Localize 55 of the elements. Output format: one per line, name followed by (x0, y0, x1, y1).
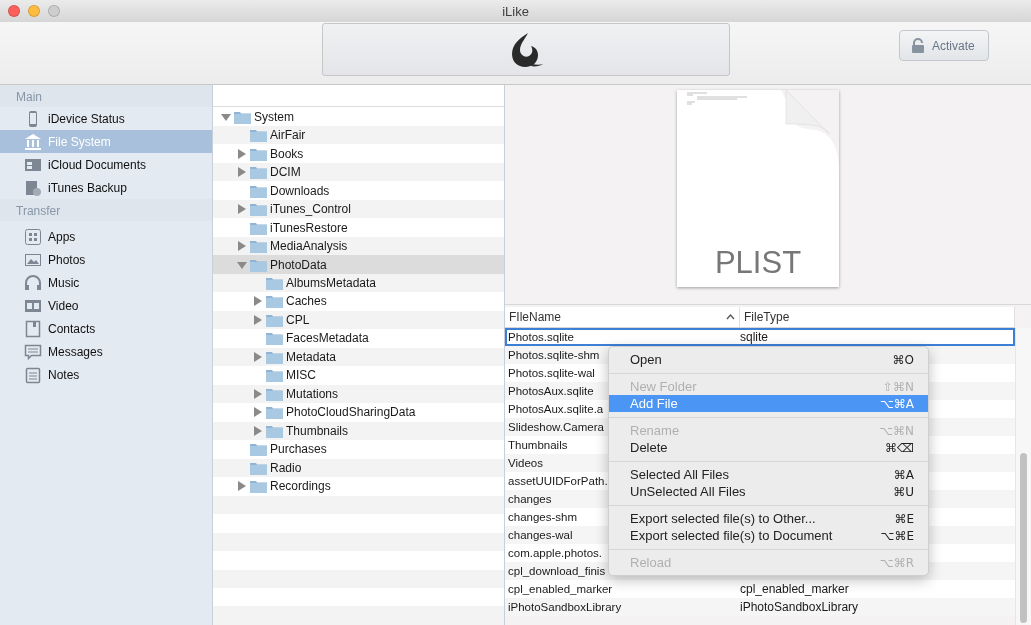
sidebar-item-label: Notes (48, 367, 80, 382)
sidebar-item-label: Photos (48, 252, 86, 267)
folder-label: MediaAnalysis (270, 239, 348, 254)
folder-label: MISC (286, 368, 316, 383)
folder-label: PhotoData (270, 257, 327, 272)
file-name: com.apple.photos. (508, 547, 602, 559)
sidebar-item-label: iCloud Documents (48, 157, 147, 172)
folder-label: iTunes_Control (270, 202, 351, 217)
folder-label: System (254, 109, 294, 124)
section-header: Transfer (0, 199, 212, 221)
file-name: cpl_enabled_marker (508, 583, 613, 595)
sidebar-item-label: iDevice Status (48, 111, 125, 126)
sidebar-item-label: Music (48, 275, 80, 290)
file-name: assetUUIDForPath. (508, 475, 608, 487)
sidebar-item-label: Video (48, 298, 79, 313)
folder-label: Metadata (286, 349, 337, 364)
sidebar-item-label: Contacts (48, 321, 96, 336)
file-name: Photos.sqlite (508, 331, 574, 343)
file-name: cpl_download_finis (508, 565, 606, 577)
sidebar-item-label: iTunes Backup (48, 180, 127, 195)
file-type: iPhotoSandboxLibrary (740, 600, 859, 614)
folder-label: Mutations (286, 386, 339, 401)
file-name: iPhotoSandboxLibrary (508, 601, 622, 613)
sidebar-item-label: File System (48, 134, 111, 149)
folder-label: AirFair (270, 128, 306, 143)
sidebar-item-label: Messages (48, 344, 103, 359)
file-type-label: PLIST (714, 245, 802, 281)
folder-label: Caches (286, 294, 327, 309)
file-name: Photos.sqlite-wal (508, 367, 595, 379)
folder-label: iTunesRestore (270, 220, 348, 235)
folder-label: Thumbnails (286, 423, 349, 438)
file-name: changes (508, 493, 552, 505)
sidebar-item-label: Apps (48, 229, 76, 244)
folder-label: Recordings (270, 479, 331, 494)
folder-label: PhotoCloudSharingData (286, 405, 416, 420)
folder-label: Purchases (270, 442, 327, 457)
file-name: changes-shm (508, 511, 578, 523)
file-name: Slideshow.Camera (508, 421, 604, 433)
file-name: Videos (508, 457, 543, 469)
folder-label: AlbumsMetadata (286, 276, 377, 290)
folder-label: FacesMetadata (286, 331, 369, 346)
folder-label: Books (270, 146, 304, 161)
section-header: Main (0, 85, 212, 107)
folder-label: Radio (270, 460, 302, 475)
folder-label: CPL (286, 312, 310, 327)
file-name: PhotosAux.sqlite.a (508, 403, 604, 415)
folder-label: Downloads (270, 183, 330, 198)
file-name: changes-wal (508, 529, 573, 541)
file-type: sqlite (740, 330, 768, 344)
file-type: cpl_enabled_marker (740, 582, 849, 596)
window-title: iLike (502, 3, 529, 19)
file-name: Thumbnails (508, 439, 568, 451)
file-name: PhotosAux.sqlite (508, 385, 594, 397)
file-name: Photos.sqlite-shm (508, 349, 600, 361)
folder-label: DCIM (270, 165, 301, 180)
